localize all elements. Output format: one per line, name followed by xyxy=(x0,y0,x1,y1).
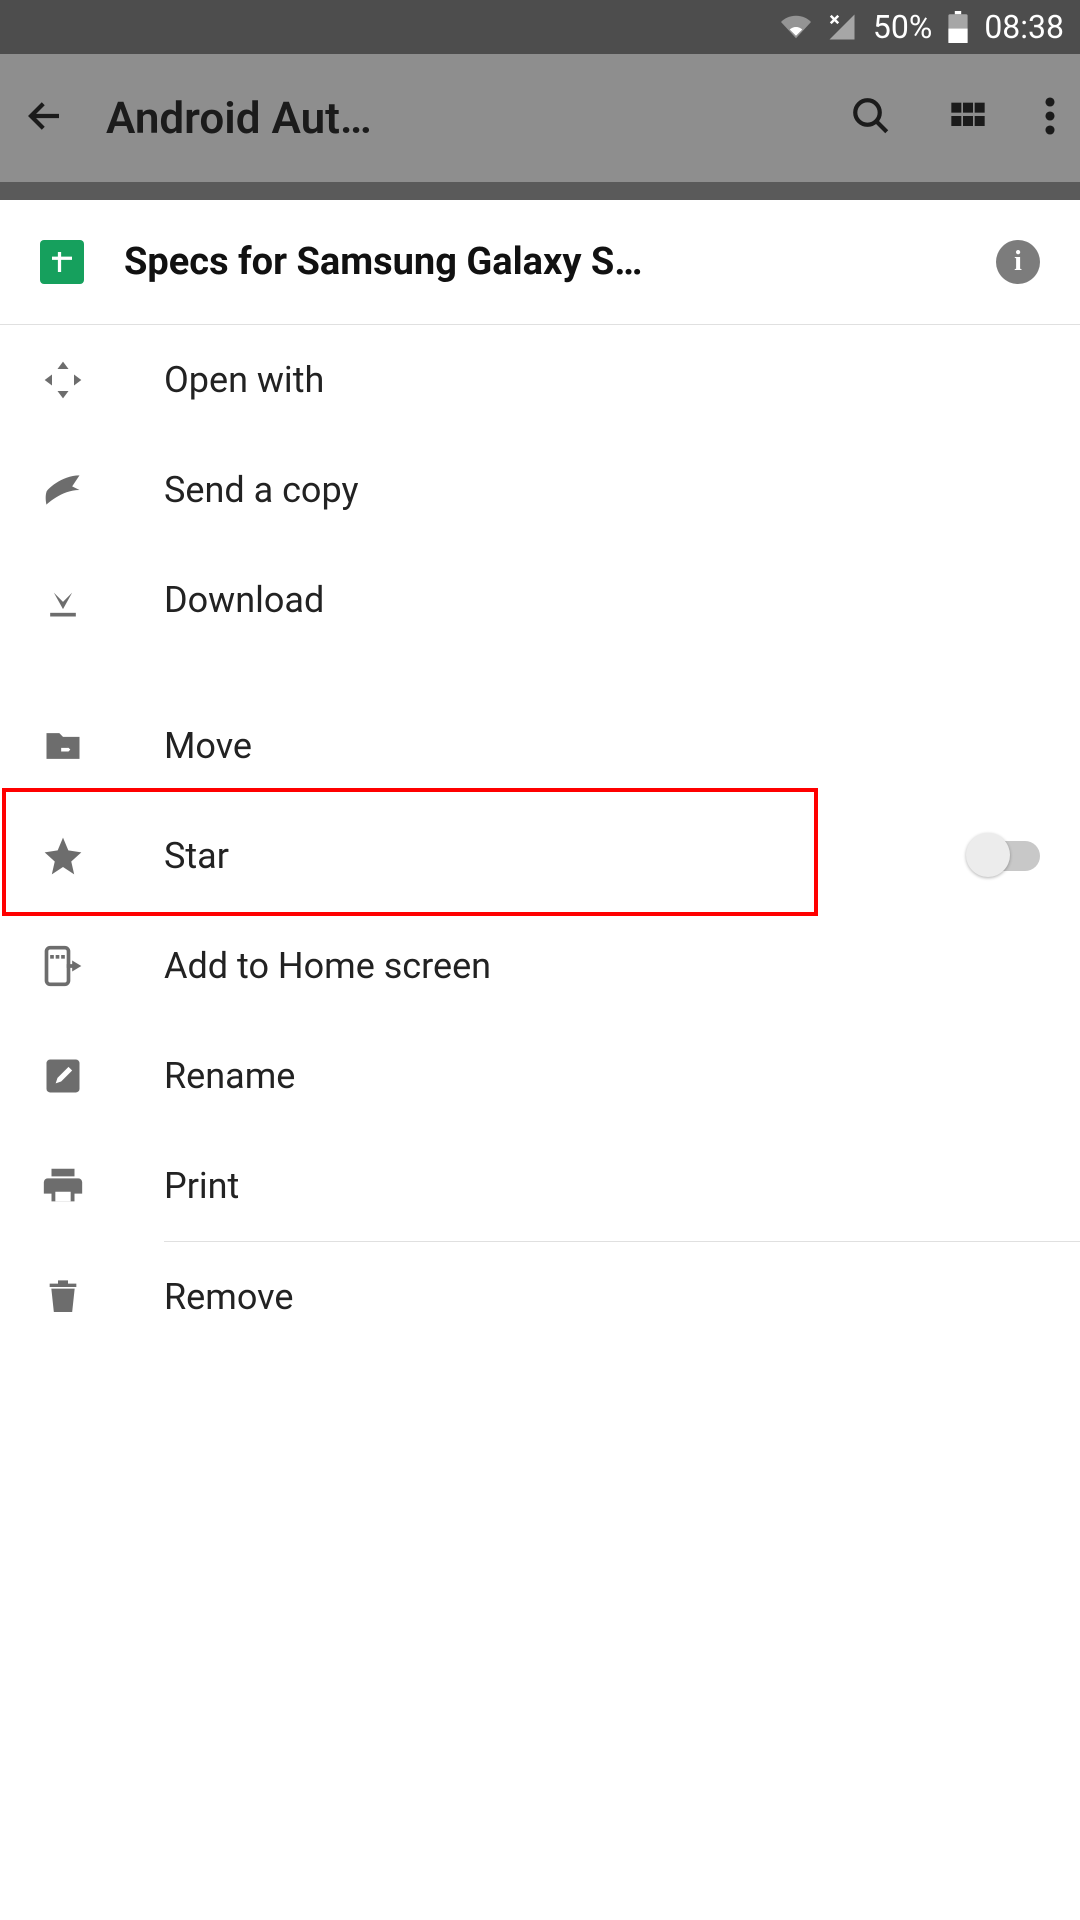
back-icon[interactable] xyxy=(24,95,66,141)
share-icon xyxy=(40,468,86,512)
sheets-file-icon xyxy=(40,240,84,284)
menu-label: Remove xyxy=(164,1276,293,1318)
menu-item-open-with[interactable]: Open with xyxy=(0,325,1080,435)
menu-label: Download xyxy=(164,579,324,621)
menu-label: Send a copy xyxy=(164,469,359,511)
actions-menu: Open with Send a copy Download Move xyxy=(0,325,1080,1352)
menu-label: Rename xyxy=(164,1055,295,1097)
menu-item-print[interactable]: Print xyxy=(0,1131,1080,1241)
sheet-header: Specs for Samsung Galaxy S… i xyxy=(0,200,1080,325)
add-home-icon xyxy=(40,944,86,988)
bottom-sheet: Specs for Samsung Galaxy S… i Open with … xyxy=(0,200,1080,1920)
overflow-menu-icon[interactable] xyxy=(1044,95,1056,141)
menu-label: Add to Home screen xyxy=(164,945,491,987)
menu-item-download[interactable]: Download xyxy=(0,545,1080,655)
folder-move-icon xyxy=(40,724,86,768)
menu-item-star[interactable]: Star xyxy=(0,801,1080,911)
star-icon xyxy=(40,834,86,878)
rename-icon xyxy=(40,1054,86,1098)
app-toolbar: Android Aut… xyxy=(0,54,1080,182)
open-with-icon xyxy=(40,358,86,402)
menu-label: Print xyxy=(164,1165,239,1207)
star-toggle[interactable] xyxy=(968,841,1040,871)
no-signal-icon xyxy=(827,12,857,42)
menu-item-send-copy[interactable]: Send a copy xyxy=(0,435,1080,545)
battery-icon xyxy=(948,11,968,43)
grid-view-icon[interactable] xyxy=(948,96,988,140)
menu-item-rename[interactable]: Rename xyxy=(0,1021,1080,1131)
battery-percent: 50% xyxy=(873,8,932,46)
menu-label: Star xyxy=(164,835,229,877)
menu-label: Open with xyxy=(164,359,324,401)
status-bar: 50% 08:38 xyxy=(0,0,1080,54)
info-icon[interactable]: i xyxy=(996,240,1040,284)
app-title: Android Aut… xyxy=(106,92,456,144)
search-icon[interactable] xyxy=(850,95,892,141)
menu-label: Move xyxy=(164,725,252,767)
menu-item-remove[interactable]: Remove xyxy=(0,1242,1080,1352)
print-icon xyxy=(40,1162,86,1210)
wifi-icon xyxy=(781,12,811,42)
file-title: Specs for Samsung Galaxy S… xyxy=(124,240,956,284)
menu-item-move[interactable]: Move xyxy=(0,691,1080,801)
clock: 08:38 xyxy=(984,8,1064,46)
menu-item-add-home[interactable]: Add to Home screen xyxy=(0,911,1080,1021)
trash-icon xyxy=(40,1275,86,1319)
download-icon xyxy=(40,578,86,622)
